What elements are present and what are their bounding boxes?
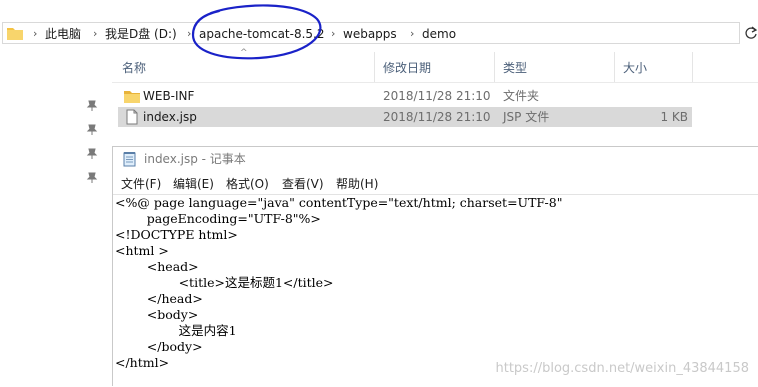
- file-type: JSP 文件: [503, 110, 550, 124]
- menu-format[interactable]: 格式(O): [226, 176, 269, 192]
- code-line: <body>: [115, 307, 199, 322]
- notepad-menubar: 文件(F) 编辑(E) 格式(O) 查看(V) 帮助(H): [113, 174, 758, 194]
- address-separator[interactable]: ›: [33, 26, 37, 42]
- code-line: <html >: [115, 243, 169, 258]
- sort-caret-icon: ^: [240, 48, 248, 58]
- address-separator[interactable]: ›: [410, 26, 414, 42]
- watermark: https://blog.csdn.net/weixin_43844158: [495, 361, 749, 376]
- address-separator[interactable]: ›: [187, 26, 191, 42]
- document-icon: [126, 109, 138, 125]
- notepad-title: index.jsp - 记事本: [144, 152, 246, 166]
- column-divider[interactable]: [614, 52, 615, 82]
- file-modified: 2018/11/28 21:10: [383, 89, 491, 103]
- menu-help[interactable]: 帮助(H): [336, 176, 378, 192]
- file-name: WEB-INF: [143, 89, 195, 103]
- breadcrumb-this-pc[interactable]: 此电脑: [45, 26, 81, 42]
- code-line: <title>这是标题1</title>: [115, 275, 334, 290]
- code-line: <head>: [115, 259, 199, 274]
- pin-icon[interactable]: [86, 171, 98, 183]
- menu-file[interactable]: 文件(F): [121, 176, 161, 192]
- breadcrumb-drive-d[interactable]: 我是D盘 (D:): [105, 26, 177, 42]
- address-box[interactable]: › 此电脑 › 我是D盘 (D:) › apache-tomcat-8.5.2 …: [2, 22, 740, 44]
- code-line: </html>: [115, 355, 170, 370]
- menu-view[interactable]: 查看(V): [282, 176, 324, 192]
- code-line: <%@ page language="java" contentType="te…: [115, 195, 563, 210]
- column-divider[interactable]: [692, 52, 693, 82]
- column-header-type[interactable]: 类型: [503, 60, 527, 76]
- file-type: 文件夹: [503, 89, 540, 103]
- column-header-size[interactable]: 大小: [623, 60, 647, 76]
- folder-icon: [7, 28, 23, 40]
- code-line: pageEncoding="UTF-8"%>: [115, 211, 321, 226]
- pin-icon[interactable]: [86, 147, 98, 159]
- notepad-icon: [123, 152, 136, 167]
- menu-edit[interactable]: 编辑(E): [173, 176, 214, 192]
- column-divider[interactable]: [374, 52, 375, 82]
- notepad-window: index.jsp - 记事本 文件(F) 编辑(E) 格式(O) 查看(V) …: [112, 146, 758, 386]
- column-header-modified[interactable]: 修改日期: [383, 60, 431, 76]
- notepad-titlebar[interactable]: index.jsp - 记事本: [113, 147, 758, 171]
- file-row-web-inf[interactable]: WEB-INF 2018/11/28 21:10 文件夹: [118, 86, 692, 106]
- breadcrumb-webapps[interactable]: webapps: [343, 26, 397, 42]
- code-line: </body>: [115, 339, 203, 354]
- column-divider[interactable]: [494, 52, 495, 82]
- file-name: index.jsp: [143, 110, 197, 124]
- code-line: <!DOCTYPE html>: [115, 227, 238, 242]
- address-separator[interactable]: ›: [93, 26, 97, 42]
- folder-icon: [124, 91, 140, 103]
- breadcrumb-demo[interactable]: demo: [422, 26, 456, 42]
- file-list-header: ^ 名称 修改日期 类型 大小: [112, 48, 758, 83]
- file-row-index-jsp[interactable]: index.jsp 2018/11/28 21:10 JSP 文件 1 KB: [118, 107, 692, 127]
- file-size: 1 KB: [660, 110, 688, 124]
- breadcrumb-apache-tomcat[interactable]: apache-tomcat-8.5.2: [199, 26, 325, 42]
- notepad-editor[interactable]: <%@ page language="java" contentType="te…: [113, 194, 758, 387]
- code-line: </head>: [115, 291, 203, 306]
- pin-icon[interactable]: [86, 99, 98, 111]
- address-bar: › 此电脑 › 我是D盘 (D:) › apache-tomcat-8.5.2 …: [0, 20, 758, 46]
- refresh-icon[interactable]: [744, 26, 758, 40]
- pin-icon[interactable]: [86, 123, 98, 135]
- column-header-name[interactable]: 名称: [122, 60, 146, 76]
- file-modified: 2018/11/28 21:10: [383, 110, 491, 124]
- code-line: 这是内容1: [115, 323, 237, 338]
- address-separator[interactable]: ›: [331, 26, 335, 42]
